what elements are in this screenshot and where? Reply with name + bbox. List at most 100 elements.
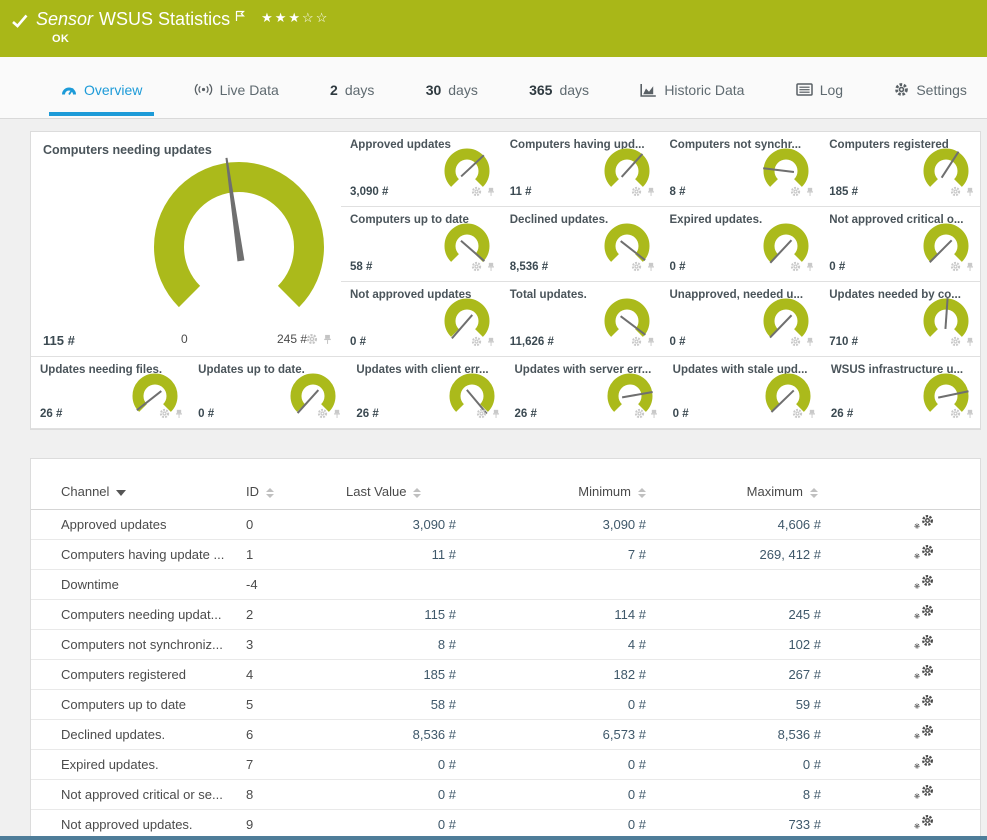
channel-settings-gear-icon[interactable] — [914, 604, 934, 622]
gauge-settings-gear-icon[interactable] — [631, 334, 642, 352]
gauge-settings-gear-icon[interactable] — [790, 259, 801, 277]
gauge-pin-icon[interactable] — [174, 406, 184, 424]
flag-icon[interactable] — [235, 6, 245, 26]
channel-gauge-tile[interactable]: WSUS infrastructure u... 26 # — [822, 357, 980, 429]
gauge-settings-gear-icon[interactable] — [631, 184, 642, 202]
cell-channel[interactable]: Not approved critical or se... — [31, 779, 246, 809]
channel-gauge-tile[interactable]: Expired updates. 0 # — [661, 207, 821, 282]
tab-365-days[interactable]: 365 days — [523, 61, 595, 119]
column-header-maximum[interactable]: Maximum — [661, 475, 836, 509]
channel-settings-gear-icon[interactable] — [914, 814, 934, 832]
channel-settings-gear-icon[interactable] — [914, 784, 934, 802]
gauge-settings-gear-icon[interactable] — [476, 406, 487, 424]
channel-settings-gear-icon[interactable] — [914, 754, 934, 772]
gauge-settings-gear-icon[interactable] — [471, 184, 482, 202]
channel-gauge-value: 26 # — [831, 408, 853, 420]
channel-gauge-tile[interactable]: Updates with stale upd... 0 # — [664, 357, 822, 429]
channel-gauge-tile[interactable]: Updates needed by co... 710 # — [820, 282, 980, 357]
cell-channel[interactable]: Computers needing updat... — [31, 599, 246, 629]
channel-gauge-tile[interactable]: Computers registered 185 # — [820, 132, 980, 207]
channel-gauge-tile[interactable]: Not approved critical o... 0 # — [820, 207, 980, 282]
gauge-pin-icon[interactable] — [646, 259, 656, 277]
tab-30-days[interactable]: 30 days — [420, 61, 484, 119]
gauge-pin-icon[interactable] — [965, 334, 975, 352]
channel-gauge-tile[interactable]: Computers not synchr... 8 # — [661, 132, 821, 207]
gauge-settings-gear-icon[interactable] — [317, 406, 328, 424]
channel-settings-gear-icon[interactable] — [914, 574, 934, 592]
gauge-pin-icon[interactable] — [649, 406, 659, 424]
table-row: Computers having update ... 1 11 # 7 # 2… — [31, 539, 980, 569]
gauge-pin-icon[interactable] — [491, 406, 501, 424]
gauge-settings-gear-icon[interactable] — [950, 184, 961, 202]
cell-channel[interactable]: Computers up to date — [31, 689, 246, 719]
channel-gauge-tile[interactable]: Computers up to date 58 # — [341, 207, 501, 282]
gauge-settings-gear-icon[interactable] — [631, 259, 642, 277]
tab-log[interactable]: Log — [790, 61, 849, 119]
gauge-pin-icon[interactable] — [646, 334, 656, 352]
gauge-settings-gear-icon[interactable] — [634, 406, 645, 424]
gauge-pin-icon[interactable] — [805, 334, 815, 352]
gauge-pin-icon[interactable] — [965, 184, 975, 202]
cell-channel[interactable]: Declined updates. — [31, 719, 246, 749]
channel-settings-gear-icon[interactable] — [914, 634, 934, 652]
gauge-pin-icon[interactable] — [332, 406, 342, 424]
tab-settings[interactable]: Settings — [888, 61, 973, 119]
channel-gauge-tile[interactable]: Not approved updates 0 # — [341, 282, 501, 357]
gauge-settings-gear-icon[interactable] — [950, 406, 961, 424]
gauge-pin-icon[interactable] — [805, 259, 815, 277]
channel-settings-gear-icon[interactable] — [914, 724, 934, 742]
cell-channel[interactable]: Downtime — [31, 569, 246, 599]
channel-gauge-tile[interactable]: Updates up to date. 0 # — [189, 357, 347, 429]
gauge-pin-icon[interactable] — [965, 259, 975, 277]
cell-id: 6 — [246, 719, 346, 749]
cell-channel[interactable]: Approved updates — [31, 509, 246, 539]
gauge-pin-icon[interactable] — [965, 406, 975, 424]
gauge-pin-icon[interactable] — [486, 259, 496, 277]
channel-settings-gear-icon[interactable] — [914, 694, 934, 712]
page-title: WSUS Statistics — [99, 9, 230, 29]
gauge-pin-icon[interactable] — [322, 332, 333, 350]
gauge-settings-gear-icon[interactable] — [792, 406, 803, 424]
gauge-settings-gear-icon[interactable] — [790, 334, 801, 352]
gauge-settings-gear-icon[interactable] — [790, 184, 801, 202]
cell-channel[interactable]: Computers registered — [31, 659, 246, 689]
area-chart-icon — [640, 83, 657, 97]
channel-settings-gear-icon[interactable] — [914, 544, 934, 562]
cell-channel[interactable]: Not approved updates. — [31, 809, 246, 839]
gauge-pin-icon[interactable] — [805, 184, 815, 202]
gauge-settings-gear-icon[interactable] — [950, 259, 961, 277]
priority-stars[interactable]: ★★★☆☆ — [261, 9, 329, 27]
cell-channel[interactable]: Computers having update ... — [31, 539, 246, 569]
channel-settings-gear-icon[interactable] — [914, 664, 934, 682]
column-header-id[interactable]: ID — [246, 475, 346, 509]
gauge-settings-gear-icon[interactable] — [306, 332, 318, 350]
channel-gauge-tile[interactable]: Total updates. 11,626 # — [501, 282, 661, 357]
gauge-settings-gear-icon[interactable] — [471, 334, 482, 352]
gauge-pin-icon[interactable] — [807, 406, 817, 424]
gauge-pin-icon[interactable] — [486, 334, 496, 352]
gauge-pin-icon[interactable] — [646, 184, 656, 202]
gauge-settings-gear-icon[interactable] — [159, 406, 170, 424]
channel-gauge-tile[interactable]: Declined updates. 8,536 # — [501, 207, 661, 282]
gauge-pin-icon[interactable] — [486, 184, 496, 202]
gauge-settings-gear-icon[interactable] — [471, 259, 482, 277]
cell-channel[interactable]: Expired updates. — [31, 749, 246, 779]
channel-gauge-tile[interactable]: Updates needing files. 26 # — [31, 357, 189, 429]
column-header-minimum[interactable]: Minimum — [461, 475, 661, 509]
channel-gauge-tile[interactable]: Unapproved, needed u... 0 # — [661, 282, 821, 357]
channel-gauge-tile[interactable]: Updates with client err... 26 # — [347, 357, 505, 429]
channel-gauge-tile[interactable]: Computers having upd... 11 # — [501, 132, 661, 207]
channel-gauge-tile[interactable]: Approved updates 3,090 # — [341, 132, 501, 207]
gauge-settings-gear-icon[interactable] — [950, 334, 961, 352]
cell-maximum: 269, 412 # — [661, 539, 836, 569]
tab-2-days[interactable]: 2 days — [324, 61, 380, 119]
channel-gauge-tile[interactable]: Updates with server err... 26 # — [506, 357, 664, 429]
column-header-channel[interactable]: Channel — [31, 475, 246, 509]
tab-overview[interactable]: Overview — [55, 61, 148, 119]
tab-live-data[interactable]: Live Data — [188, 61, 285, 119]
cell-id: 2 — [246, 599, 346, 629]
column-header-last-value[interactable]: Last Value — [346, 475, 461, 509]
tab-historic-data[interactable]: Historic Data — [634, 61, 750, 119]
channel-settings-gear-icon[interactable] — [914, 514, 934, 532]
cell-channel[interactable]: Computers not synchroniz... — [31, 629, 246, 659]
